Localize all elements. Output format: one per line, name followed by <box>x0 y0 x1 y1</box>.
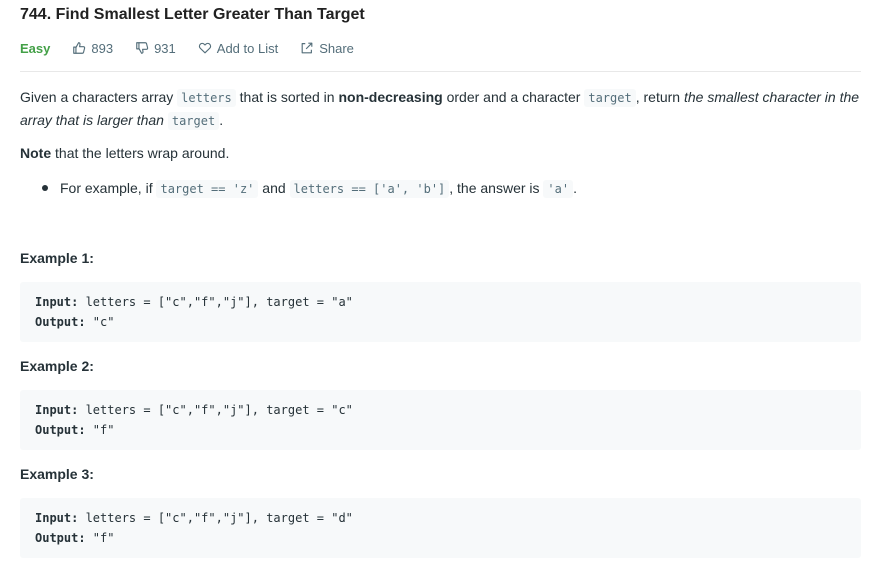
example-heading: Example 3: <box>20 466 94 482</box>
add-to-list-label: Add to List <box>216 40 279 56</box>
inline-code: target <box>584 89 636 107</box>
inline-code: target <box>167 112 220 130</box>
example-heading: Example 2: <box>20 358 94 374</box>
example-output: Output: "f" <box>35 531 115 545</box>
problem-meta-bar: Easy 893 931 Add to List Share <box>20 39 376 57</box>
dislike-count: 931 <box>154 40 176 56</box>
list-item: For example, if target == 'z' and letter… <box>42 177 577 200</box>
share-button[interactable]: Share <box>300 41 354 56</box>
example-output: Output: "c" <box>35 315 115 329</box>
example-input: Input: letters = ["c","f","j"], target =… <box>35 511 353 525</box>
dislike-button[interactable]: 931 <box>135 41 176 56</box>
example-input: Input: letters = ["c","f","j"], target =… <box>35 403 353 417</box>
example-output: Output: "f" <box>35 423 115 437</box>
share-label: Share <box>319 40 354 56</box>
heart-icon <box>198 42 211 54</box>
bold-text: non-decreasing <box>338 89 443 105</box>
add-to-list-button[interactable]: Add to List <box>198 41 278 56</box>
inline-code: 'a' <box>543 180 574 198</box>
inline-code: letters <box>177 89 236 107</box>
example-block: Input: letters = ["c","f","j"], target =… <box>20 282 861 342</box>
page-title: 744. Find Smallest Letter Greater Than T… <box>20 6 365 23</box>
note-label: Note <box>20 145 52 161</box>
example-block: Input: letters = ["c","f","j"], target =… <box>20 390 861 450</box>
inline-code: target == 'z' <box>156 180 259 198</box>
note-paragraph: Note that the letters wrap around. <box>20 145 230 161</box>
example-heading: Example 1: <box>20 250 94 266</box>
thumbs-up-icon <box>73 42 86 54</box>
list-item-text: For example, if target == 'z' and letter… <box>60 180 577 198</box>
difficulty-badge: Easy <box>20 40 51 56</box>
header-divider <box>20 71 861 72</box>
bullet-dot <box>42 185 48 191</box>
description-paragraph: Given a characters array letters that is… <box>20 89 860 130</box>
inline-code: letters == ['a', 'b'] <box>289 180 450 198</box>
example-input: Input: letters = ["c","f","j"], target =… <box>35 295 353 309</box>
like-count: 893 <box>91 40 114 56</box>
example-block: Input: letters = ["c","f","j"], target =… <box>20 498 861 558</box>
like-button[interactable]: 893 <box>72 41 113 56</box>
share-icon <box>301 42 313 54</box>
thumbs-down-icon <box>136 42 149 54</box>
